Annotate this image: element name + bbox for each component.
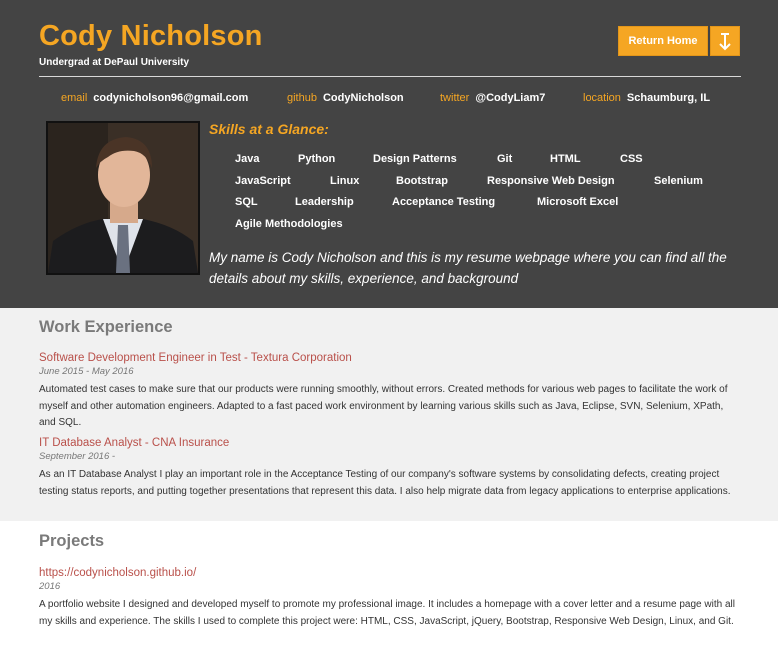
projects-section: Projects https://codynicholson.github.io… bbox=[0, 521, 778, 650]
contact-location: location Schaumburg, IL bbox=[583, 92, 710, 104]
work-experience-section: Work Experience Software Development Eng… bbox=[0, 308, 778, 521]
profile-photo bbox=[46, 121, 200, 275]
skill-item: Acceptance Testing bbox=[392, 196, 496, 208]
contact-value: CodyNicholson bbox=[322, 92, 404, 104]
return-home-button[interactable]: Return Home bbox=[618, 26, 708, 56]
job-date: June 2015 - May 2016 bbox=[39, 366, 134, 377]
skill-item: JavaScript bbox=[235, 175, 291, 187]
skills-heading: Skills at a Glance: bbox=[209, 121, 329, 137]
job-title-link[interactable]: Software Development Engineer in Test - … bbox=[39, 352, 352, 364]
skill-item: Microsoft Excel bbox=[537, 196, 619, 208]
job-description: As an IT Database Analyst I play an impo… bbox=[39, 469, 731, 497]
resume-header: Cody Nicholson Undergrad at DePaul Unive… bbox=[0, 0, 778, 308]
contact-value: codynicholson96@gmail.com bbox=[93, 92, 249, 104]
bio-text: My name is Cody Nicholson and this is my… bbox=[209, 250, 727, 286]
job-title-link[interactable]: IT Database Analyst - CNA Insurance bbox=[39, 437, 229, 449]
section-title: Projects bbox=[39, 532, 105, 550]
skill-item: Java bbox=[235, 153, 260, 165]
skill-item: Python bbox=[298, 153, 336, 165]
skill-item: Design Patterns bbox=[373, 153, 457, 165]
subtitle: Undergrad at DePaul University bbox=[39, 57, 190, 68]
skill-item: Leadership bbox=[295, 196, 354, 208]
skill-item: CSS bbox=[620, 153, 643, 165]
contact-bar: email codynicholson96@gmail.com github Cod… bbox=[0, 92, 778, 108]
skill-item: Bootstrap bbox=[396, 175, 448, 187]
job-description: Automated test cases to make sure that o… bbox=[39, 384, 728, 428]
contact-label: email bbox=[61, 92, 88, 104]
contact-label: github bbox=[287, 92, 317, 104]
contact-github[interactable]: github CodyNicholson bbox=[287, 92, 404, 104]
project-link[interactable]: https://codynicholson.github.io/ bbox=[39, 567, 196, 579]
arrow-down-icon bbox=[719, 33, 731, 51]
header-divider bbox=[39, 76, 741, 77]
contact-label: location bbox=[583, 92, 621, 104]
skill-item: Linux bbox=[330, 175, 360, 187]
contact-value: Schaumburg, IL bbox=[626, 92, 711, 104]
page-title: Cody Nicholson bbox=[39, 20, 263, 52]
contact-value: @CodyLiam7 bbox=[475, 92, 546, 104]
project-date: 2016 bbox=[39, 581, 61, 592]
project-description: A portfolio website I designed and devel… bbox=[39, 599, 735, 627]
contact-email[interactable]: email codynicholson96@gmail.com bbox=[61, 92, 248, 104]
section-title: Work Experience bbox=[39, 318, 173, 336]
skill-item: Agile Methodologies bbox=[235, 218, 343, 230]
job-date: September 2016 - bbox=[39, 451, 116, 462]
skill-item: Responsive Web Design bbox=[487, 175, 615, 187]
skill-item: HTML bbox=[550, 153, 581, 165]
contact-label: twitter bbox=[440, 92, 470, 104]
scroll-down-button[interactable] bbox=[710, 26, 740, 56]
skill-item: SQL bbox=[235, 196, 258, 208]
skill-item: Selenium bbox=[654, 175, 703, 187]
contact-twitter[interactable]: twitter @CodyLiam7 bbox=[440, 92, 545, 104]
skill-item: Git bbox=[497, 153, 513, 165]
